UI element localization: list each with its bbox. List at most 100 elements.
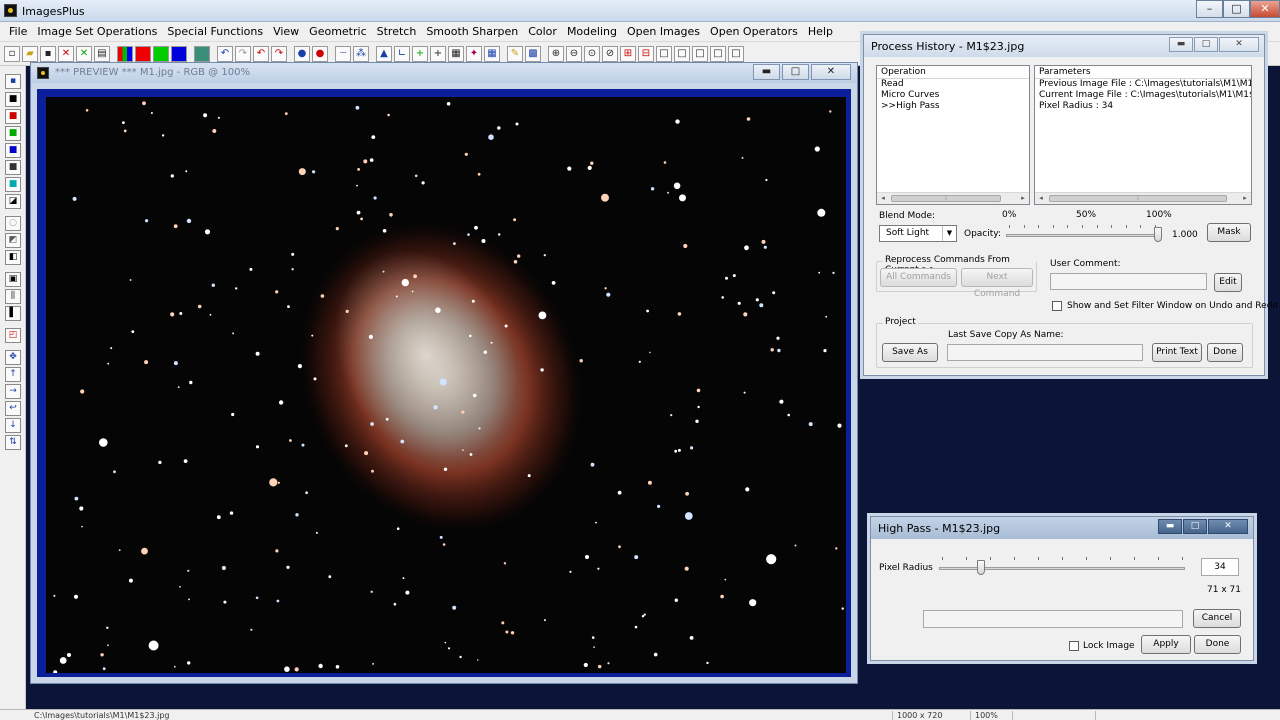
add-box-icon[interactable]: ⊞ [620,45,636,62]
arrow-down-icon[interactable]: ↓ [5,418,21,433]
preview-maximize-button[interactable]: □ [782,64,809,80]
preview-close-button[interactable]: ✕ [811,64,851,80]
layout-icon[interactable]: ▦ [448,45,464,62]
close-all-icon[interactable]: ✕ [76,45,92,62]
hp-maximize-button[interactable]: □ [1183,519,1207,534]
ghost-icon[interactable]: ○ [5,216,21,231]
gradient-icon[interactable]: ◩ [5,233,21,248]
redo-icon[interactable]: ↷ [235,45,251,62]
frame-4-icon[interactable]: □ [710,45,726,62]
zoom-out-icon[interactable]: ⊖ [566,45,582,62]
flip-icon[interactable]: ⇅ [5,435,21,450]
select-red-icon[interactable]: ◰ [5,328,21,343]
redo-all-icon[interactable]: ↷ [271,45,287,62]
print-icon[interactable]: ▤ [94,45,110,62]
menu-image-set-operations[interactable]: Image Set Operations [32,25,162,38]
mask-button[interactable]: Mask [1207,223,1251,242]
hp-cancel-button[interactable]: Cancel [1193,609,1241,628]
menu-file[interactable]: File [4,25,32,38]
operation-header[interactable]: Operation [877,66,1029,79]
contrast-icon[interactable]: ◧ [5,250,21,265]
new-file-icon[interactable]: ▫ [4,45,20,62]
zoom-in-icon[interactable]: ⊕ [548,45,564,62]
ph-maximize-button[interactable]: □ [1194,37,1218,52]
pixel-radius-slider-thumb[interactable] [977,560,986,575]
ph-done-button[interactable]: Done [1207,343,1243,362]
arrow-back-icon[interactable]: ↩ [5,401,21,416]
grid-icon[interactable] [194,45,210,62]
save-icon[interactable]: ▪ [40,45,56,62]
operation-row[interactable]: Read [877,79,1029,90]
pencil-icon[interactable]: ✎ [507,45,523,62]
all-commands-button[interactable]: All Commands [880,268,957,287]
black-icon[interactable]: ■ [5,92,21,107]
hp-close-button[interactable]: ✕ [1208,519,1248,534]
show-filter-checkbox[interactable] [1052,301,1062,311]
table-icon[interactable]: ▦ [484,45,500,62]
open-folder-icon[interactable]: ▰ [22,45,38,62]
menu-open-operators[interactable]: Open Operators [705,25,803,38]
pixel-radius-input[interactable]: 34 [1201,558,1239,576]
blue-channel-icon[interactable] [171,45,187,62]
add-green-icon[interactable]: + [412,45,428,62]
save-image-icon[interactable]: ▪ [5,74,21,89]
undo-all-icon[interactable]: ↶ [253,45,269,62]
star-select-icon[interactable]: ● [312,45,328,62]
mono-icon[interactable]: ◪ [5,194,21,209]
crosshair-icon[interactable]: + [430,45,446,62]
zoom-fit-icon[interactable]: ⊙ [584,45,600,62]
star-detect-icon[interactable]: ● [294,45,310,62]
blend-mode-select[interactable]: Soft Light ▼ [879,225,957,242]
dotted-line-icon[interactable]: ┈ [335,45,351,62]
operation-scrollbar[interactable]: ◂ ⁞ ▸ [877,192,1029,204]
zoom-actual-icon[interactable]: ⊘ [602,45,618,62]
preview-minimize-button[interactable]: ▬ [753,64,780,80]
remove-box-icon[interactable]: ⊟ [638,45,654,62]
hp-minimize-button[interactable]: ▬ [1158,519,1182,534]
hp-apply-button[interactable]: Apply [1141,635,1191,654]
green-channel-icon[interactable] [153,45,169,62]
red-black-icon[interactable]: ■ [5,109,21,124]
arrow-right-icon[interactable]: → [5,384,21,399]
app-minimize-button[interactable]: – [1196,0,1223,18]
menu-help[interactable]: Help [803,25,838,38]
edit-button[interactable]: Edit [1214,273,1242,292]
arrow-up-icon[interactable]: ↑ [5,367,21,382]
corner-icon[interactable]: ∟ [394,45,410,62]
frame-1-icon[interactable]: □ [656,45,672,62]
operation-row[interactable]: >>High Pass [877,101,1029,112]
menu-color[interactable]: Color [523,25,562,38]
menu-smooth-sharpen[interactable]: Smooth Sharpen [421,25,523,38]
frame-3-icon[interactable]: □ [692,45,708,62]
levels-icon[interactable]: ⫼ [5,289,21,304]
blue-black-icon[interactable]: ■ [5,143,21,158]
menu-geometric[interactable]: Geometric [304,25,371,38]
black-bar-icon[interactable]: ▌ [5,306,21,321]
menu-stretch[interactable]: Stretch [372,25,422,38]
parameters-scrollbar[interactable]: ◂ ⁞ ▸ [1035,192,1251,204]
cyan-icon[interactable]: ■ [5,177,21,192]
hatch-icon[interactable]: ▩ [525,45,541,62]
menu-modeling[interactable]: Modeling [562,25,622,38]
menu-view[interactable]: View [268,25,304,38]
green-black-icon[interactable]: ■ [5,126,21,141]
print-text-button[interactable]: Print Text [1152,343,1202,362]
parameters-list[interactable]: Parameters Previous Image File : C:\Imag… [1034,65,1252,205]
menu-open-images[interactable]: Open Images [622,25,705,38]
undo-icon[interactable]: ↶ [217,45,233,62]
menu-special-functions[interactable]: Special Functions [162,25,268,38]
nebula-image[interactable] [46,97,846,673]
rgb-channels-icon[interactable] [117,45,133,62]
opacity-slider-thumb[interactable] [1154,227,1162,242]
palette-icon[interactable]: ✦ [466,45,482,62]
app-close-button[interactable]: ✕ [1250,0,1280,18]
opacity-slider-track[interactable] [1006,234,1158,237]
operation-row[interactable]: Micro Curves [877,90,1029,101]
app-maximize-button[interactable]: □ [1223,0,1250,18]
ph-minimize-button[interactable]: ▬ [1169,37,1193,52]
user-comment-field[interactable] [1050,273,1207,290]
next-command-button[interactable]: Next Command [961,268,1033,299]
mix-icon[interactable]: ■ [5,160,21,175]
pixel-radius-slider-track[interactable] [939,567,1185,570]
hp-done-button[interactable]: Done [1194,635,1241,654]
